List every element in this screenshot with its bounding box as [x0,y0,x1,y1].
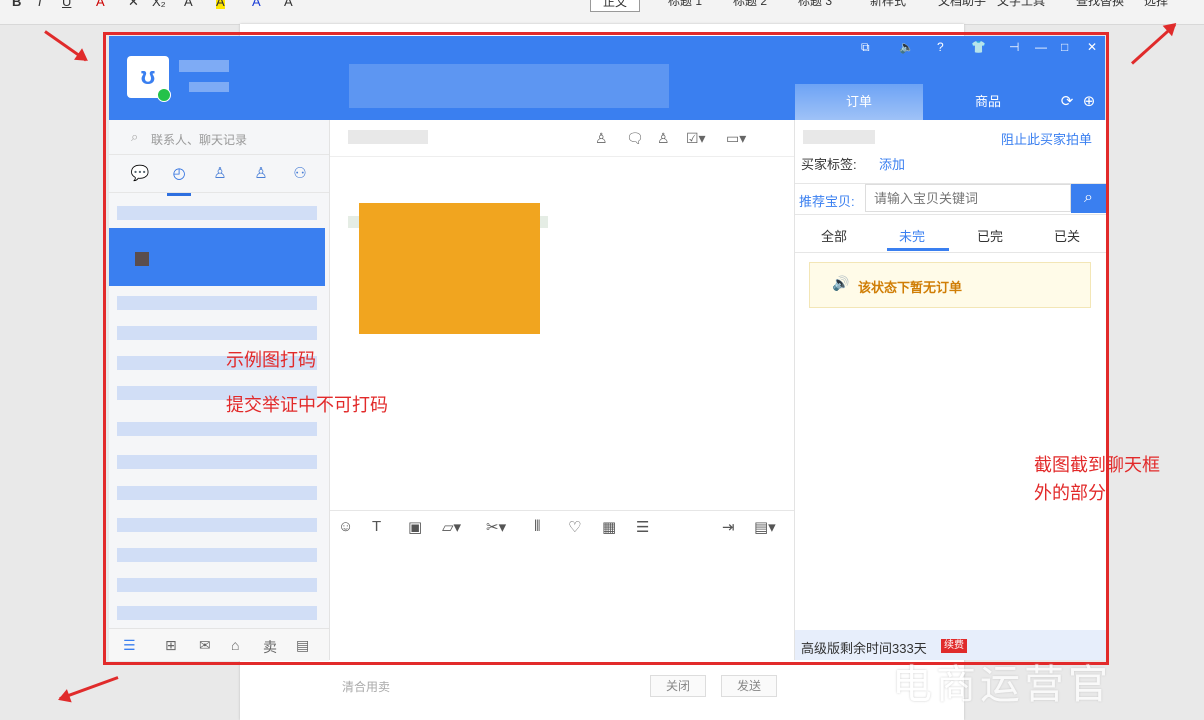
evidence-note: 提交举证中不可打码 [226,395,388,415]
arrow-top-left [44,30,87,62]
style-heading1[interactable]: 标题 1 [668,0,702,10]
find-replace-button[interactable]: 查找替换 [1076,0,1124,10]
font-color-button[interactable]: A [252,0,261,9]
new-style-button[interactable]: 新样式 [870,0,906,10]
select-button[interactable]: 选择 [1144,0,1168,10]
strike-button[interactable]: A [96,0,105,9]
capture-note-line1: 截图截到聊天框 [1034,455,1160,475]
watermark: 电商运营官 [892,662,1112,708]
close-button[interactable]: 关闭 [650,675,706,697]
subscript-button[interactable]: X₂ [152,0,166,9]
composer-hint: 清合用卖 [342,680,391,694]
highlight-button[interactable]: A [216,0,225,9]
x-button[interactable]: ✕ [128,0,139,10]
capture-note-line2: 外的部分 [1034,483,1106,503]
arrow-bottom-left [59,676,119,701]
style-normal[interactable]: 正文 [590,0,641,12]
style-heading3[interactable]: 标题 3 [798,0,832,10]
clear-format-button[interactable]: A [284,0,293,9]
mask-note: 示例图打码 [226,350,316,370]
doc-assistant-button[interactable]: 文档助手 [938,0,986,10]
italic-button[interactable]: I [38,0,42,9]
font-effect-button[interactable]: A [184,0,193,9]
text-tools-button[interactable]: 文字工具 [997,0,1045,10]
arrow-top-right [1130,23,1177,65]
word-toolbar: B I U A ✕ X₂ A A A A 正文 标题 1 标题 2 标题 3 新… [0,0,1204,25]
bold-button[interactable]: B [12,0,21,9]
send-button[interactable]: 发送 [721,675,777,697]
style-heading2[interactable]: 标题 2 [733,0,767,10]
underline-button[interactable]: U [62,0,71,9]
